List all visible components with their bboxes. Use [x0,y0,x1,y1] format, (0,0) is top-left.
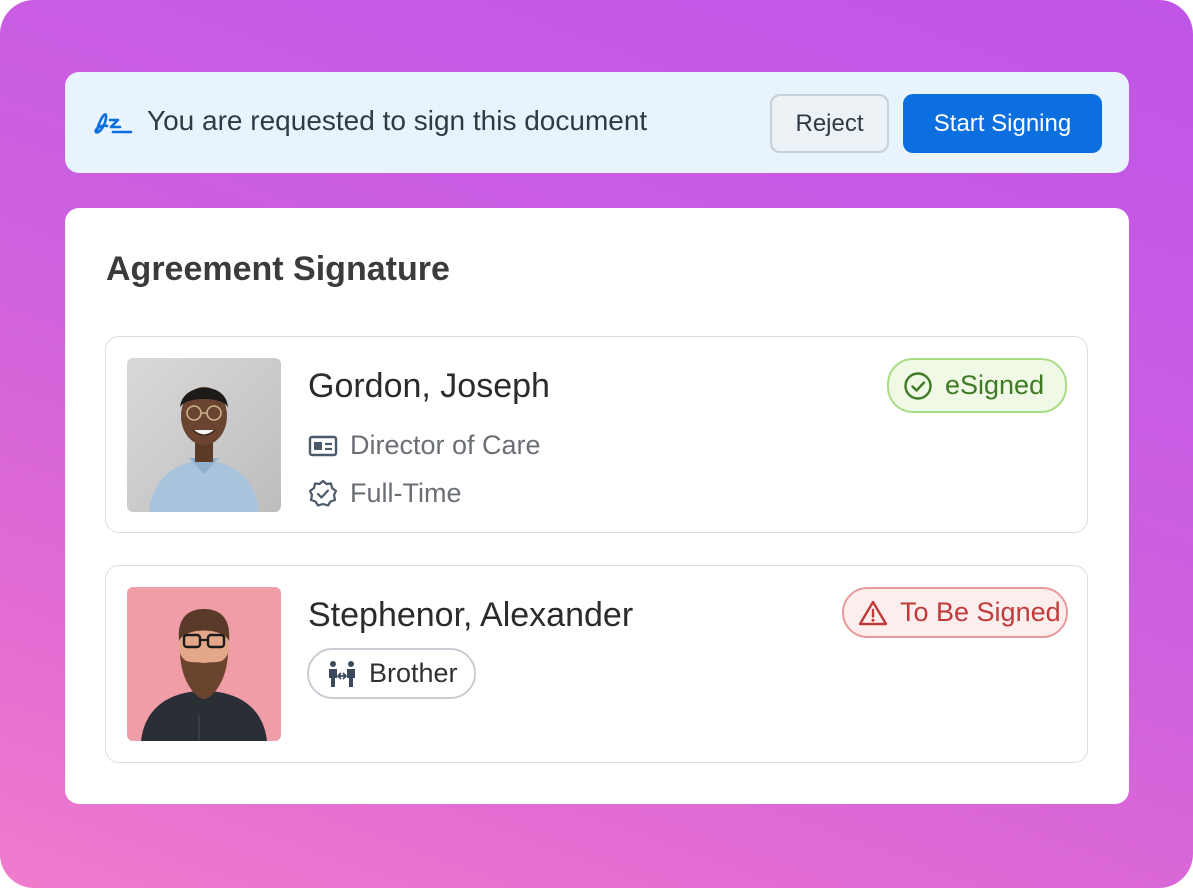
signature-icon [93,108,133,138]
relationship-pill: Brother [307,648,476,699]
start-signing-button[interactable]: Start Signing [903,94,1102,153]
signer-card[interactable]: Gordon, Joseph Director of Care Full-Tim… [105,336,1088,533]
warning-triangle-icon [858,600,888,625]
signer-name: Stephenor, Alexander [308,596,634,634]
status-badge-label: eSigned [945,370,1045,400]
background-frame: You are requested to sign this document … [0,0,1193,888]
id-card-icon [308,435,338,456]
status-badge-label: To Be Signed [900,597,1061,627]
verified-badge-icon [308,479,338,507]
signature-request-message: You are requested to sign this document [147,105,648,136]
signer-card[interactable]: Stephenor, Alexander Brother To Be Signe… [105,565,1088,763]
avatar [127,358,281,512]
status-badge: To Be Signed [842,587,1068,638]
relationship-label: Brother [369,658,458,688]
signer-employment: Full-Time [308,478,462,509]
family-icon [329,660,355,687]
signer-role: Director of Care [308,430,541,461]
signer-employment-label: Full-Time [350,478,462,508]
avatar [127,587,281,741]
signer-role-label: Director of Care [350,430,541,460]
signature-request-banner: You are requested to sign this document … [65,72,1129,173]
reject-button[interactable]: Reject [770,94,889,153]
card-title: Agreement Signature [106,250,450,288]
signer-name: Gordon, Joseph [308,367,550,405]
check-circle-icon [904,371,932,400]
status-badge: eSigned [887,358,1067,413]
agreement-signature-card: Agreement Signature Gordon, Joseph Direc… [65,208,1129,804]
